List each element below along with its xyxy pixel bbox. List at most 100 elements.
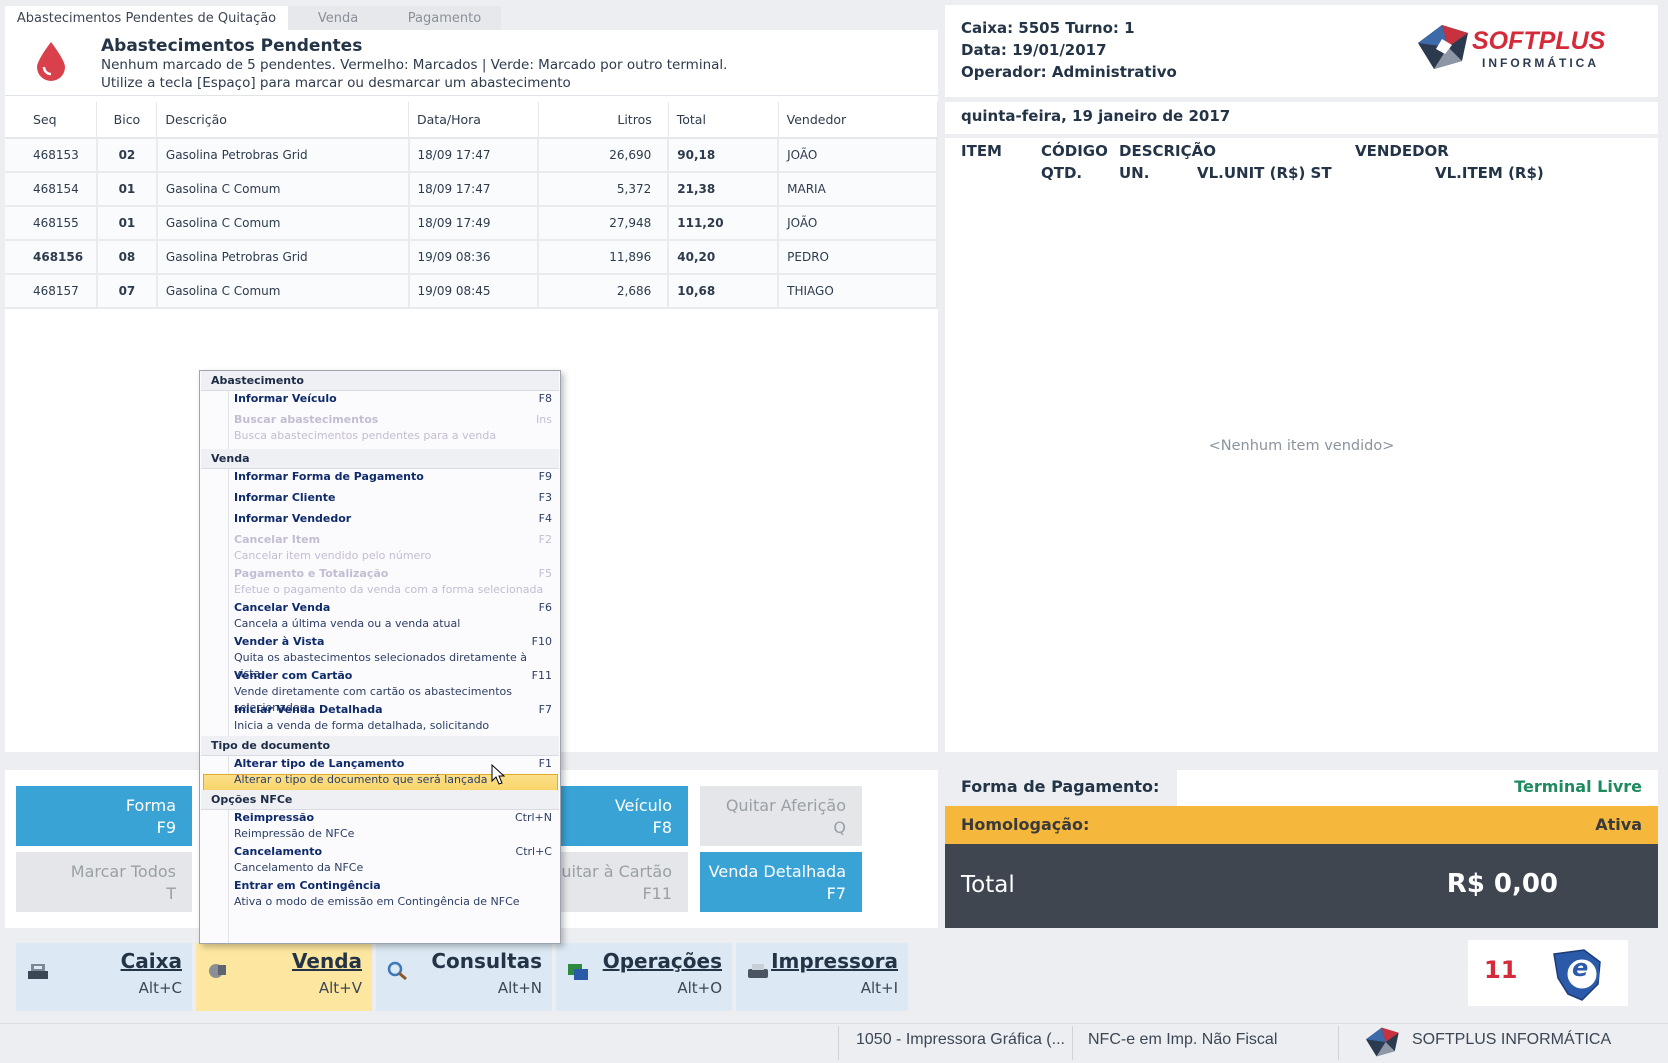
table-row[interactable]: 468156 08 Gasolina Petrobras Grid 19/09 … <box>5 240 938 275</box>
cell-vendedor: MARIA <box>778 172 938 207</box>
menu-informar-vendedor[interactable]: Informar Vendedor F4 <box>234 511 554 527</box>
table-row[interactable]: 468153 02 Gasolina Petrobras Grid 18/09 … <box>5 138 938 173</box>
cell-litros: 5,372 <box>538 172 670 207</box>
cell-descricao: Gasolina C Comum <box>156 206 410 241</box>
menu-item-key: F1 <box>538 757 552 770</box>
cell-seq: 468155 <box>5 206 98 241</box>
tab-pagamento[interactable]: Pagamento <box>388 6 501 32</box>
menu-item-desc: Cancelar item vendido pelo número <box>234 549 432 562</box>
cell-bico: 01 <box>96 172 158 207</box>
menu-operacoes[interactable]: Operações Alt+O <box>556 943 732 1011</box>
session-date: Data: 19/01/2017 <box>961 41 1107 59</box>
nfce-box[interactable]: 11 NFC e <box>1468 940 1628 1006</box>
menu-item-key: F6 <box>538 601 552 614</box>
menu-operacoes-key: Alt+O <box>677 979 722 997</box>
menu-reimpressao[interactable]: Reimpressão Reimpressão de NFCe Ctrl+N <box>234 810 554 842</box>
menu-pagamento-totalizacao[interactable]: Pagamento e Totalização Efetue o pagament… <box>234 566 554 598</box>
status-mode[interactable]: NFC-e em Imp. Não Fiscal <box>1088 1031 1277 1049</box>
softplus-logo-icon <box>1418 25 1468 69</box>
menu-buscar-abastecimentos[interactable]: Buscar abastecimentos Busca abastecimento… <box>234 412 554 444</box>
menu-item-desc: Ativa o modo de emissão em Contingência … <box>234 895 520 908</box>
menu-informar-cliente[interactable]: Informar Cliente F3 <box>234 490 554 506</box>
menu-informar-forma[interactable]: Informar Forma de Pagamento F9 <box>234 469 554 485</box>
quitar-afericao-button[interactable]: Quitar Aferição Q <box>700 786 862 846</box>
menu-item-title: Vender com Cartão <box>234 669 353 682</box>
menu-impressora[interactable]: Impressora Alt+I <box>736 943 908 1011</box>
menu-item-title: Informar Forma de Pagamento <box>234 470 424 483</box>
col-litros[interactable]: Litros <box>538 102 669 139</box>
menu-venda-key: Alt+V <box>318 979 362 997</box>
date-bar: quinta-feira, 19 janeiro de 2017 <box>945 102 1658 134</box>
cell-seq: 468154 <box>5 172 98 207</box>
cell-datahora: 19/09 08:36 <box>408 240 540 275</box>
menu-entrar-contingencia[interactable]: Entrar em Contingência Ativa o modo de em… <box>234 878 554 910</box>
menu-cancelar-item[interactable]: Cancelar Item Cancelar item vendido pelo … <box>234 532 554 564</box>
menu-item-desc: Cancela a última venda ou a venda atual <box>234 617 461 630</box>
menu-item-desc: Efetue o pagamento da venda com a forma … <box>234 583 544 596</box>
menu-item-title: Cancelamento <box>234 845 323 858</box>
cell-bico: 08 <box>96 240 158 275</box>
cell-litros: 26,690 <box>538 138 670 173</box>
menu-item-title: Iniciar Venda Detalhada <box>234 703 383 716</box>
logo-text-top: SOFTPLUS <box>1472 27 1606 55</box>
marcar-todos-label: Marcar Todos <box>70 862 176 881</box>
menu-item-title: Buscar abastecimentos <box>234 413 379 426</box>
col-qtd: QTD. <box>1041 164 1083 182</box>
menu-item-key: Ctrl+N <box>514 811 552 824</box>
homologacao-label: Homologação: <box>961 815 1090 834</box>
pending-header: Abastecimentos Pendentes Nenhum marcado … <box>5 30 938 96</box>
cell-seq: 468153 <box>5 138 98 173</box>
venda-detalhada-label: Venda Detalhada <box>708 862 846 881</box>
col-seq[interactable]: Seq <box>5 102 98 139</box>
col-vendedor[interactable]: Vendedor <box>778 102 938 139</box>
col-vlunit: VL.UNIT (R$) ST <box>1197 164 1332 182</box>
quitar-afericao-key: Q <box>833 818 846 837</box>
table-row[interactable]: 468155 01 Gasolina C Comum 18/09 17:49 2… <box>5 206 938 241</box>
menu-consultas[interactable]: Consultas Alt+N <box>376 943 552 1011</box>
forma-button[interactable]: Forma F9 <box>16 786 192 846</box>
marcar-todos-button[interactable]: Marcar Todos T <box>16 852 192 912</box>
empty-items-message: <Nenhum item vendido> <box>1208 438 1395 454</box>
cell-litros: 11,896 <box>538 240 670 275</box>
context-menu[interactable]: Abastecimento Informar Veículo F8 Buscar … <box>199 370 561 944</box>
menu-item-key: F5 <box>538 567 552 580</box>
sold-items-panel: ITEM CÓDIGO DESCRIÇÃO VENDEDOR QTD. UN. … <box>945 138 1658 752</box>
menu-cancelar-venda[interactable]: Cancelar Venda Cancela a última venda ou … <box>234 600 554 632</box>
menu-item-key: F3 <box>538 491 552 504</box>
col-bico[interactable]: Bico <box>96 102 158 139</box>
cell-datahora: 18/09 17:47 <box>408 172 540 207</box>
cell-bico: 07 <box>96 274 158 309</box>
menu-item-desc: Cancelamento da NFCe <box>234 861 364 874</box>
tab-abastecimentos[interactable]: Abastecimentos Pendentes de Quitação <box>5 6 288 32</box>
status-company: SOFTPLUS INFORMÁTICA <box>1412 1031 1612 1048</box>
venda-detalhada-button[interactable]: Venda Detalhada F7 <box>700 852 862 912</box>
menu-cancelamento[interactable]: Cancelamento Cancelamento da NFCe Ctrl+C <box>234 844 554 876</box>
menu-item-title: Reimpressão <box>234 811 314 824</box>
pending-status-line: Nenhum marcado de 5 pendentes. Vermelho:… <box>101 57 728 73</box>
col-descricao[interactable]: Descrição <box>156 102 410 139</box>
cell-descricao: Gasolina C Comum <box>156 172 410 207</box>
table-row[interactable]: 468157 07 Gasolina C Comum 19/09 08:45 2… <box>5 274 938 309</box>
quitar-cartao-label: Quitar à Cartão <box>548 862 672 881</box>
menu-group-tipo-documento: Tipo de documento <box>201 736 559 756</box>
menu-consultas-key: Alt+N <box>497 979 542 997</box>
table-row[interactable]: 468154 01 Gasolina C Comum 18/09 17:47 5… <box>5 172 938 207</box>
mouse-cursor-icon <box>491 764 506 785</box>
menu-informar-veiculo[interactable]: Informar Veículo F8 <box>234 391 554 407</box>
venda-detalhada-key: F7 <box>826 884 846 903</box>
menu-item-key: F7 <box>538 703 552 716</box>
col-total[interactable]: Total <box>668 102 779 139</box>
nfce-count: 11 <box>1484 956 1518 984</box>
menu-venda[interactable]: Venda Alt+V <box>196 943 372 1011</box>
cell-total: 10,68 <box>668 274 780 309</box>
marcar-todos-key: T <box>166 884 176 903</box>
forma-pagamento-label: Forma de Pagamento: <box>961 777 1160 796</box>
tab-venda[interactable]: Venda <box>288 6 388 32</box>
quitar-afericao-label: Quitar Aferição <box>725 796 846 815</box>
col-datahora[interactable]: Data/Hora <box>408 102 539 139</box>
menu-caixa[interactable]: Caixa Alt+C <box>16 943 192 1011</box>
cell-seq: 468157 <box>5 274 98 309</box>
status-printer[interactable]: 1050 - Impressora Gráfica (... <box>856 1031 1065 1049</box>
cell-vendedor: PEDRO <box>778 240 938 275</box>
payment-panel: Forma de Pagamento: Terminal Livre Homol… <box>945 770 1658 928</box>
